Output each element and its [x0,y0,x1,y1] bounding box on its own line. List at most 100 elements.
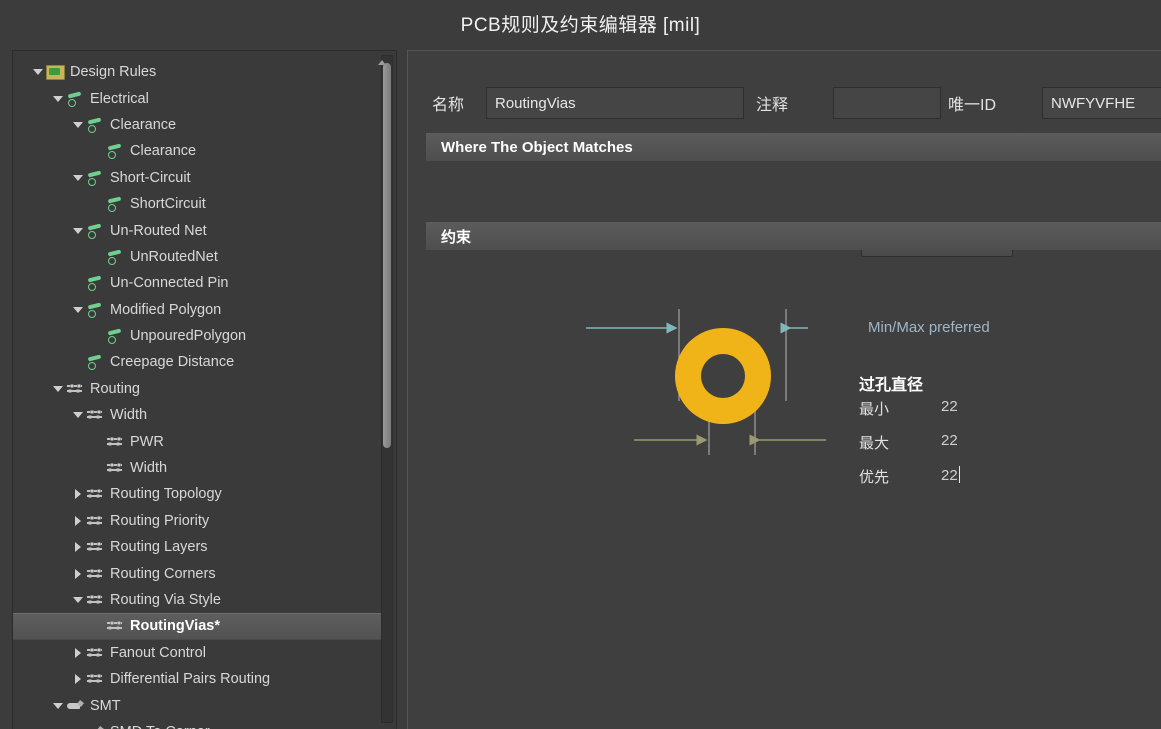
window-titlebar: PCB规则及约束编辑器 [mil] [0,0,1161,46]
tree-item-label: Clearance [130,143,197,160]
twisty-closed-icon[interactable] [71,672,85,686]
rule-detail-panel: 名称 注释 唯一ID Where The Object Matches All … [407,50,1161,729]
via-diameter-preferred-text: 22 [941,467,958,484]
twisty-open-icon[interactable] [51,699,65,713]
tree-item-design-rules[interactable]: Design Rules [13,59,381,85]
twisty-closed-icon[interactable] [71,646,85,660]
via-diameter-max-value[interactable]: 22 [941,432,958,449]
tree-item-label: Creepage Distance [110,354,235,371]
tree-item-modified-polygon[interactable]: Modified Polygon [13,297,381,323]
rule-unique-id-input[interactable] [1042,87,1161,119]
tree-item-unroutednet[interactable]: UnRoutedNet [13,244,381,270]
tree-item-label: RoutingVias* [130,618,220,635]
twisty-open-icon[interactable] [71,593,85,607]
tree-item-un-routed-net[interactable]: Un-Routed Net [13,217,381,243]
twisty-open-icon[interactable] [71,224,85,238]
tree-item-width[interactable]: Width [13,455,381,481]
tree-item-fanout-control[interactable]: Fanout Control [13,640,381,666]
route-icon-dots [85,566,105,582]
tree-item-unpouredpolygon[interactable]: UnpouredPolygon [13,323,381,349]
tree-item-creepage-distance[interactable]: Creepage Distance [13,349,381,375]
route-icon-dots [105,460,125,476]
routing-icon [85,671,105,687]
twisty-open-icon[interactable] [51,382,65,396]
electrical-icon [85,117,105,133]
tree-item-label: ShortCircuit [130,196,206,213]
tree-item-label: Un-Connected Pin [110,275,229,292]
tree-item-label: UnRoutedNet [130,248,218,265]
tree-item-pwr[interactable]: PWR [13,428,381,454]
tree-item-routing-layers[interactable]: Routing Layers [13,534,381,560]
via-hole-shape [701,354,745,398]
tree-item-clearance[interactable]: Clearance [13,112,381,138]
route-icon-dots [65,381,85,397]
routing-icon [85,566,105,582]
route-icon-dots [105,434,125,450]
tree-item-label: Routing [90,380,140,397]
tree-item-label: Width [110,407,148,424]
twisty-open-icon[interactable] [51,92,65,106]
via-diameter-preferred-value[interactable]: 22 [941,466,960,484]
rule-name-input[interactable] [486,87,744,119]
electrical-icon [85,223,105,239]
tree-item-label: Differential Pairs Routing [110,671,271,688]
twisty-closed-icon[interactable] [71,514,85,528]
tree-item-electrical[interactable]: Electrical [13,85,381,111]
tree-item-smd-to-corner[interactable]: SMD To Corner [13,719,381,729]
twisty-closed-icon[interactable] [71,487,85,501]
route-icon-dots [85,671,105,687]
tree-item-smt[interactable]: SMT [13,692,381,718]
twisty-closed-icon[interactable] [71,567,85,581]
design-rules-tree[interactable]: Design Rules Electrical Clearance Clearance… [13,59,381,729]
tree-item-routing-corners[interactable]: Routing Corners [13,560,381,586]
tree-item-width[interactable]: Width [13,402,381,428]
route-icon-dots [85,539,105,555]
tree-item-label: Electrical [90,90,149,107]
unique-id-label: 唯一ID [948,97,997,114]
electrical-icon [105,143,125,160]
electrical-icon [85,302,105,318]
tree-item-routing[interactable]: Routing [13,376,381,402]
tree-item-short-circuit[interactable]: Short-Circuit [13,165,381,191]
electrical-icon [105,249,125,265]
routing-icon [85,407,105,423]
route-icon-dots [85,645,105,661]
tree-item-un-connected-pin[interactable]: Un-Connected Pin [13,270,381,296]
routing-icon [85,592,105,608]
twisty-open-icon[interactable] [71,171,85,185]
twisty-open-icon[interactable] [71,408,85,422]
rule-comment-input[interactable] [833,87,941,119]
design-rules-tree-panel[interactable]: Design Rules Electrical Clearance Clearance… [12,50,397,729]
via-pad-shape [675,328,771,424]
tree-item-label: Clearance [110,116,177,133]
twisty-open-icon[interactable] [71,118,85,132]
twisty-closed-icon[interactable] [71,540,85,554]
routing-icon [85,513,105,529]
constraints-header: 约束 [426,222,1161,250]
tree-scrollbar-thumb[interactable] [383,63,391,448]
route-icon-dots [85,486,105,502]
tree-item-routingvias[interactable]: RoutingVias* [13,613,381,640]
tree-item-routing-priority[interactable]: Routing Priority [13,508,381,534]
tree-item-routing-topology[interactable]: Routing Topology [13,481,381,507]
tree-item-label: Width [130,460,168,477]
tree-item-shortcircuit[interactable]: ShortCircuit [13,191,381,217]
twisty-open-icon[interactable] [71,303,85,317]
tree-item-differential-pairs-routing[interactable]: Differential Pairs Routing [13,666,381,692]
tree-item-label: Routing Priority [110,512,210,529]
comment-label: 注释 [756,97,789,114]
via-diameter-min-value[interactable]: 22 [941,398,958,415]
tree-item-label: Routing Corners [110,565,216,582]
tree-item-routing-via-style[interactable]: Routing Via Style [13,587,381,613]
twisty-open-icon[interactable] [31,65,45,79]
routing-icon [65,381,85,397]
routing-icon [105,434,125,450]
window-title: PCB规则及约束编辑器 [mil] [460,14,701,36]
smt-icon [65,698,85,714]
text-caret [958,466,960,483]
routing-icon [105,460,125,476]
tree-item-clearance[interactable]: Clearance [13,138,381,164]
where-object-matches-header: Where The Object Matches [426,133,1161,161]
